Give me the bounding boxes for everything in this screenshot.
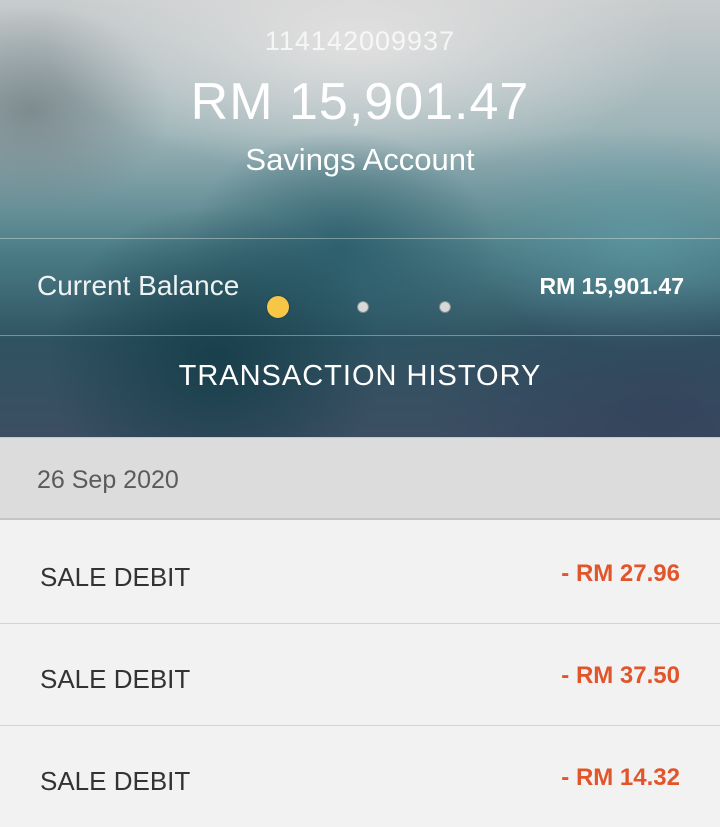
page-indicator-dot-2[interactable] bbox=[357, 301, 369, 313]
transaction-description: SALE DEBIT bbox=[40, 766, 191, 796]
account-summary-header: 114142009937 RM 15,901.47 Savings Accoun… bbox=[0, 0, 720, 437]
transaction-date: 26 Sep 2020 bbox=[37, 466, 179, 494]
account-number: 114142009937 bbox=[264, 26, 456, 56]
transaction-description: SALE DEBIT bbox=[40, 664, 191, 694]
account-type: Savings Account bbox=[245, 142, 475, 177]
divider bbox=[0, 335, 720, 336]
current-balance-value: RM 15,901.47 bbox=[539, 273, 684, 299]
transaction-amount: - RM 14.32 bbox=[561, 764, 680, 791]
transaction-row[interactable]: SALE DEBIT - RM 27.96 bbox=[0, 522, 720, 624]
transaction-history-title: TRANSACTION HISTORY bbox=[178, 360, 542, 392]
account-balance: RM 15,901.47 bbox=[190, 73, 530, 131]
divider bbox=[0, 238, 720, 239]
transaction-date-header: 26 Sep 2020 bbox=[0, 437, 720, 520]
transaction-amount: - RM 37.50 bbox=[561, 662, 680, 689]
current-balance-label: Current Balance bbox=[37, 270, 240, 301]
transaction-row[interactable]: SALE DEBIT - RM 14.32 bbox=[0, 726, 720, 827]
account-detail-screen: 114142009937 RM 15,901.47 Savings Accoun… bbox=[0, 0, 720, 827]
transaction-description: SALE DEBIT bbox=[40, 562, 191, 592]
page-indicator-dot-3[interactable] bbox=[439, 301, 451, 313]
transaction-row[interactable]: SALE DEBIT - RM 37.50 bbox=[0, 624, 720, 726]
transaction-amount: - RM 27.96 bbox=[561, 560, 680, 587]
page-indicator-dot-1[interactable] bbox=[267, 296, 289, 318]
